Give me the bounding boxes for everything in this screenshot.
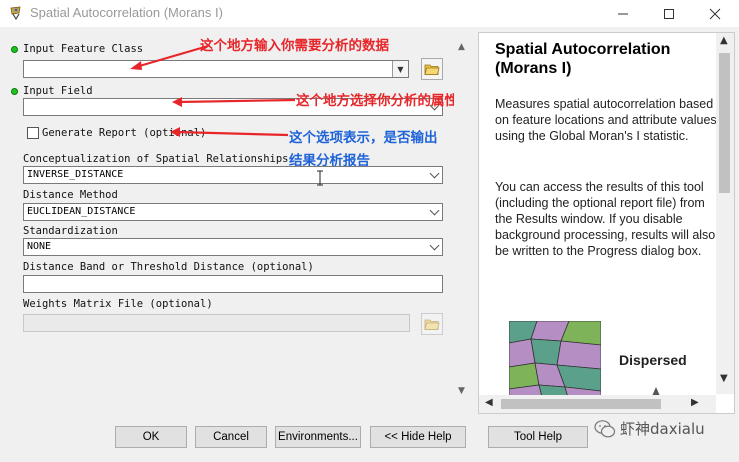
close-icon (709, 8, 721, 19)
weights-matrix-file-input[interactable] (23, 314, 410, 332)
browse-weights-matrix-button[interactable] (421, 313, 443, 335)
help-pane: Spatial Autocorrelation (Morans I) Measu… (478, 32, 735, 414)
help-results-note: You can access the results of this tool … (495, 180, 716, 258)
distance-method-dropdown[interactable]: EUCLIDEAN_DISTANCE (23, 203, 443, 221)
help-description: Measures spatial autocorrelation based o… (495, 97, 717, 143)
annotation-arrow-icon (170, 127, 289, 137)
distance-method-value: EUCLIDEAN_DISTANCE (27, 206, 136, 217)
annotation-arrow-icon (130, 44, 209, 70)
help-title: Spatial Autocorrelation (Morans I) (495, 41, 671, 77)
dispersed-pattern-map-icon (509, 321, 601, 401)
scroll-up-arrow-icon[interactable]: ▲ (720, 35, 728, 46)
dispersed-caption: Dispersed (619, 352, 687, 368)
scroll-left-arrow-icon[interactable]: ◀ (485, 397, 493, 408)
conceptualization-label: Conceptualization of Spatial Relationshi… (23, 153, 289, 165)
standardization-dropdown[interactable]: NONE (23, 238, 443, 256)
conceptualization-value: INVERSE_DISTANCE (27, 169, 124, 180)
annotation-generate-report-line1: 这个选项表示，是否输出 (289, 130, 438, 146)
generate-report-checkbox[interactable] (27, 127, 39, 139)
distance-band-input[interactable] (23, 275, 443, 293)
required-indicator-icon (11, 88, 18, 95)
help-scroll-thumb[interactable] (719, 53, 730, 193)
arctoolbox-app-icon (10, 6, 21, 21)
chevron-down-icon (429, 168, 440, 179)
help-horizontal-scrollbar[interactable]: ◀ ▶ (479, 395, 716, 413)
close-button[interactable] (692, 0, 738, 27)
distance-band-label: Distance Band or Threshold Distance (opt… (23, 261, 314, 273)
input-feature-class-combobox[interactable]: ▼ (23, 60, 409, 78)
help-vertical-scrollbar[interactable]: ▲ ▼ (716, 33, 734, 394)
parameters-scrollbar[interactable]: ▲ ▼ (454, 32, 472, 402)
annotation-arrow-icon (172, 97, 296, 107)
hide-help-button[interactable]: << Hide Help (370, 426, 466, 448)
dropdown-arrow-icon[interactable]: ▼ (392, 61, 408, 77)
window-title: Spatial Autocorrelation (Morans I) (30, 5, 223, 20)
open-folder-icon (424, 64, 440, 75)
ok-button[interactable]: OK (115, 426, 187, 448)
watermark-text: 虾神daxialu (620, 420, 705, 438)
browse-feature-class-button[interactable] (421, 58, 443, 80)
standardization-value: NONE (27, 241, 52, 252)
scroll-down-arrow-icon[interactable]: ▼ (720, 373, 728, 384)
chevron-down-icon (429, 240, 440, 251)
title-bar: Spatial Autocorrelation (Morans I) (0, 0, 739, 27)
conceptualization-dropdown[interactable]: INVERSE_DISTANCE (23, 166, 443, 184)
distance-method-label: Distance Method (23, 189, 118, 201)
scroll-down-arrow-icon[interactable]: ▼ (458, 386, 465, 396)
chevron-down-icon (429, 205, 440, 216)
required-indicator-icon (11, 46, 18, 53)
input-feature-class-label: Input Feature Class (23, 43, 144, 55)
open-folder-icon (424, 319, 440, 330)
scroll-right-arrow-icon[interactable]: ▶ (691, 397, 699, 408)
cancel-button[interactable]: Cancel (195, 426, 267, 448)
text-cursor-icon (317, 170, 323, 186)
tool-help-button[interactable]: Tool Help (488, 426, 588, 448)
annotation-input-feature-class: 这个地方输入你需要分析的数据 (200, 38, 389, 54)
minimize-button[interactable] (600, 0, 646, 27)
standardization-label: Standardization (23, 225, 118, 237)
watermark: 虾神daxialu (594, 418, 705, 439)
weights-matrix-file-label: Weights Matrix File (optional) (23, 298, 213, 310)
scroll-up-arrow-icon[interactable]: ▲ (458, 42, 465, 52)
maximize-button[interactable] (646, 0, 692, 27)
wechat-logo-icon (594, 419, 616, 437)
input-field-label: Input Field (23, 85, 93, 97)
environments-button[interactable]: Environments... (275, 426, 361, 448)
minimize-icon (618, 13, 628, 14)
annotation-input-field: 这个地方选择你分析的属性 (296, 93, 458, 109)
maximize-icon (664, 8, 674, 19)
help-hscroll-thumb[interactable] (501, 399, 661, 409)
